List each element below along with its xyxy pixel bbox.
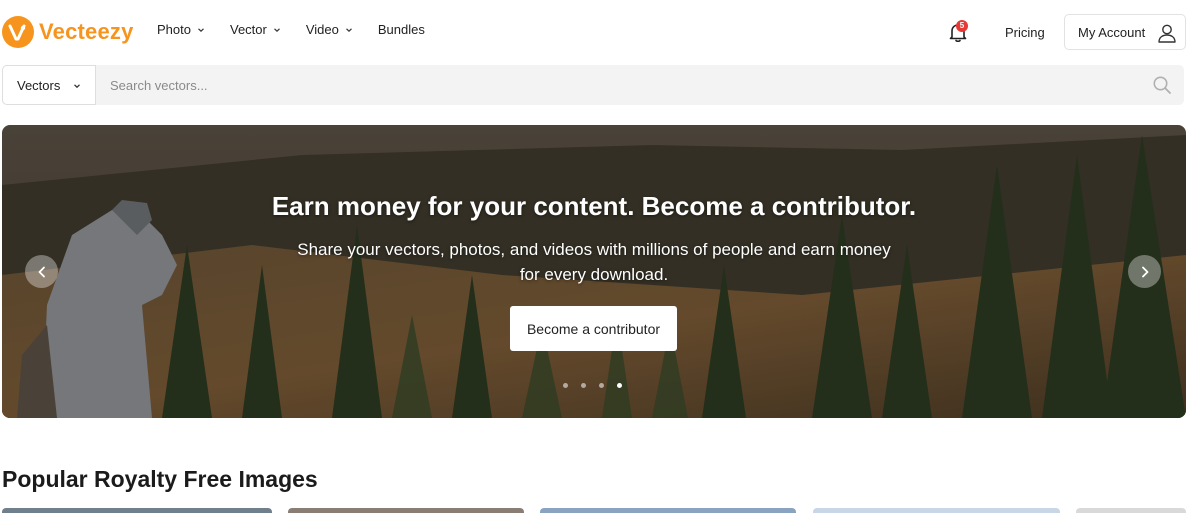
header: Vecteezy Photo Vector Video Bundles 5 Pr…: [0, 0, 1200, 64]
nav-photo-label: Photo: [157, 22, 191, 37]
search-icon[interactable]: [1152, 75, 1172, 95]
image-thumbnail[interactable]: [1076, 508, 1186, 513]
main-nav: Photo Vector Video Bundles: [157, 22, 450, 37]
search-input[interactable]: [102, 65, 1132, 105]
carousel-dot-active[interactable]: [617, 383, 622, 388]
nav-vector-label: Vector: [229, 22, 267, 37]
hero-content: Earn money for your content. Become a co…: [2, 125, 1186, 418]
user-icon: [1158, 24, 1176, 43]
search-bar: Vectors: [2, 65, 1184, 105]
image-thumbnail[interactable]: [540, 508, 796, 513]
my-account-button[interactable]: My Account: [1064, 14, 1186, 50]
image-thumbnail[interactable]: [813, 508, 1060, 513]
nav-video-label: Video: [305, 22, 339, 37]
nav-vector[interactable]: Vector: [230, 22, 281, 37]
hero-subheading: Share your vectors, photos, and videos w…: [297, 240, 891, 284]
carousel-dots: [563, 383, 622, 388]
become-contributor-button[interactable]: Become a contributor: [510, 306, 677, 351]
image-thumbnail[interactable]: [288, 508, 524, 513]
search-type-select[interactable]: Vectors: [2, 65, 96, 105]
carousel-dot[interactable]: [563, 383, 568, 388]
chevron-down-icon: [74, 84, 80, 89]
chevron-down-icon: [345, 27, 352, 32]
nav-video[interactable]: Video: [306, 22, 353, 37]
image-thumbnail[interactable]: [2, 508, 272, 513]
section-title: Popular Royalty Free Images: [2, 466, 318, 492]
nav-photo[interactable]: Photo: [157, 22, 205, 37]
nav-bundles-label: Bundles: [377, 22, 425, 37]
carousel-dot[interactable]: [581, 383, 586, 388]
search-type-label: Vectors: [17, 77, 61, 93]
carousel-dot[interactable]: [599, 383, 604, 388]
carousel-next-button[interactable]: [1128, 255, 1161, 288]
chevron-down-icon: [273, 27, 280, 32]
carousel-prev-button[interactable]: [25, 255, 58, 288]
nav-bundles[interactable]: Bundles: [378, 22, 425, 37]
pricing-link[interactable]: Pricing: [1005, 25, 1045, 40]
logo[interactable]: Vecteezy: [2, 16, 134, 48]
hero-banner: Earn money for your content. Become a co…: [2, 125, 1186, 418]
my-account-label: My Account: [1078, 24, 1146, 40]
chevron-down-icon: [198, 27, 204, 32]
chevron-left-icon: [38, 266, 45, 277]
hero-heading: Earn money for your content. Become a co…: [271, 191, 917, 221]
chevron-right-icon: [1141, 266, 1148, 277]
notification-badge: 5: [956, 20, 968, 32]
logo-text: Vecteezy: [39, 19, 134, 44]
vecteezy-logo-icon: [2, 16, 34, 48]
